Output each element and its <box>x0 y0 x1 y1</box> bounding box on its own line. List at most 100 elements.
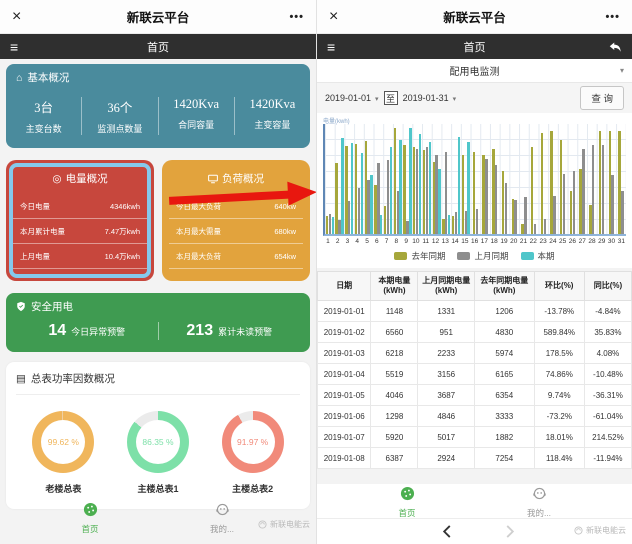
bar[interactable] <box>563 174 565 234</box>
stat-label: 合同容量 <box>159 118 234 131</box>
back-icon[interactable] <box>598 41 622 53</box>
legend-item[interactable]: 上月同期 <box>457 250 508 262</box>
home-tab-icon <box>83 502 98 517</box>
legend-chip <box>394 252 407 260</box>
tab-mine[interactable]: 我的... <box>509 486 569 519</box>
x-tick-label: 7 <box>382 238 392 245</box>
bar[interactable] <box>602 145 604 234</box>
safety-card[interactable]: 安全用电 14今日异常预警213累计未读预警 <box>6 293 310 352</box>
more-icon[interactable]: ••• <box>274 11 304 23</box>
tab-home[interactable]: 首页 <box>60 502 120 535</box>
mine-tab-icon <box>532 486 547 501</box>
bar[interactable] <box>332 217 334 234</box>
bar[interactable] <box>514 200 516 234</box>
close-icon[interactable]: × <box>329 8 359 26</box>
bar[interactable] <box>361 153 363 234</box>
end-date-select[interactable]: 2019-01-31 ▾ <box>403 93 457 103</box>
start-date-select[interactable]: 2019-01-01 ▾ <box>325 93 379 103</box>
x-tick-label: 21 <box>519 238 529 245</box>
bar[interactable] <box>534 224 536 234</box>
bar[interactable] <box>592 145 594 234</box>
query-button[interactable]: 查 询 <box>580 86 624 110</box>
x-tick-label: 10 <box>411 238 421 245</box>
safety-card-title: 安全用电 <box>31 299 73 314</box>
bar-group <box>597 124 607 234</box>
table-header-cell: 日期 <box>318 272 371 301</box>
close-icon[interactable]: × <box>12 8 42 26</box>
bar[interactable] <box>531 147 533 234</box>
bar[interactable] <box>476 209 478 234</box>
monitor-type-select[interactable]: 配用电监测 ▾ <box>317 59 632 83</box>
bar[interactable] <box>419 134 421 234</box>
legend-label: 上月同期 <box>474 250 508 262</box>
bar[interactable] <box>429 142 431 234</box>
bar[interactable] <box>448 215 450 234</box>
bar[interactable] <box>390 147 392 234</box>
bar[interactable] <box>467 142 469 234</box>
bar-group <box>490 124 500 234</box>
legend-chip <box>521 252 534 260</box>
bar[interactable] <box>544 219 546 234</box>
table-cell: 4.08% <box>584 343 631 364</box>
legend-item[interactable]: 本期 <box>521 250 555 262</box>
tab-home[interactable]: 首页 <box>377 486 437 519</box>
menu-icon[interactable]: ≡ <box>327 39 351 55</box>
x-tick-label: 24 <box>548 238 558 245</box>
bar[interactable] <box>505 183 507 234</box>
gauge-value: 86.35 % <box>136 420 180 464</box>
bar[interactable] <box>611 175 613 234</box>
monitor-type-value: 配用电监测 <box>450 63 500 78</box>
table-cell: 6165 <box>474 364 534 385</box>
stat-label: 监测点数量 <box>82 122 157 135</box>
bar[interactable] <box>553 196 555 234</box>
table-cell: 3687 <box>418 385 475 406</box>
bar[interactable] <box>409 128 411 234</box>
table-row: 2019-01-03621822335974178.5%4.08% <box>318 343 632 364</box>
next-page-icon[interactable] <box>505 525 515 543</box>
bar[interactable] <box>582 149 584 234</box>
bar[interactable] <box>341 138 343 234</box>
bar[interactable] <box>495 165 497 234</box>
energy-data-table: 日期本期电量 (kWh)上月同期电量 (kWh)去年同期电量 (kWh)环比(%… <box>317 271 632 469</box>
target-icon: ◎ <box>52 173 61 185</box>
basic-stat: 36个监测点数量 <box>81 97 157 135</box>
bar[interactable] <box>524 197 526 234</box>
safety-stat-label: 累计未读预警 <box>218 325 272 338</box>
bar[interactable] <box>399 140 401 234</box>
table-cell: 4846 <box>418 406 475 427</box>
bar[interactable] <box>380 215 382 234</box>
table-cell: 5017 <box>418 427 475 448</box>
table-cell: 2019-01-01 <box>318 301 371 322</box>
load-overview-card[interactable]: 负荷概况 今日最大负荷640kw本月最大需量680kw本月最大负荷654kw <box>162 160 310 281</box>
bar-group <box>616 124 626 234</box>
legend-item[interactable]: 去年同期 <box>394 250 445 262</box>
bar[interactable] <box>573 171 575 234</box>
two-phone-screenshots: × 新联云平台 ••• ≡ 首页 ⌂ 基本概况 3台主变台数36个监测点数量14… <box>0 0 632 544</box>
table-cell: -61.04% <box>584 406 631 427</box>
table-cell: -11.94% <box>584 448 631 469</box>
house-icon: ⌂ <box>16 72 22 84</box>
bar[interactable] <box>458 137 460 234</box>
bar[interactable] <box>370 175 372 234</box>
table-cell: -73.2% <box>534 406 584 427</box>
more-icon[interactable]: ••• <box>590 11 620 23</box>
table-cell: 1298 <box>371 406 418 427</box>
gauge-label: 老楼总表 <box>32 482 94 495</box>
watermark-text: 新联电能云 <box>586 525 626 536</box>
bar-group <box>519 124 529 234</box>
table-cell: 6387 <box>371 448 418 469</box>
tab-mine[interactable]: 我的... <box>192 502 252 535</box>
bar[interactable] <box>438 169 440 234</box>
table-cell: 74.86% <box>534 364 584 385</box>
bar[interactable] <box>351 143 353 234</box>
table-cell: 2019-01-06 <box>318 406 371 427</box>
prev-page-icon[interactable] <box>442 525 452 543</box>
bar-group <box>374 124 384 234</box>
bar[interactable] <box>485 159 487 234</box>
table-cell: 6354 <box>474 385 534 406</box>
energy-overview-card[interactable]: ◎ 电量概况 今日电量4346kwh本月累计电量7.47万kwh上月电量10.4… <box>6 160 154 281</box>
menu-icon[interactable]: ≡ <box>10 39 34 55</box>
table-row: 2019-01-0455193156616574.86%-10.48% <box>318 364 632 385</box>
bar-group <box>432 124 442 234</box>
bar[interactable] <box>621 191 623 234</box>
